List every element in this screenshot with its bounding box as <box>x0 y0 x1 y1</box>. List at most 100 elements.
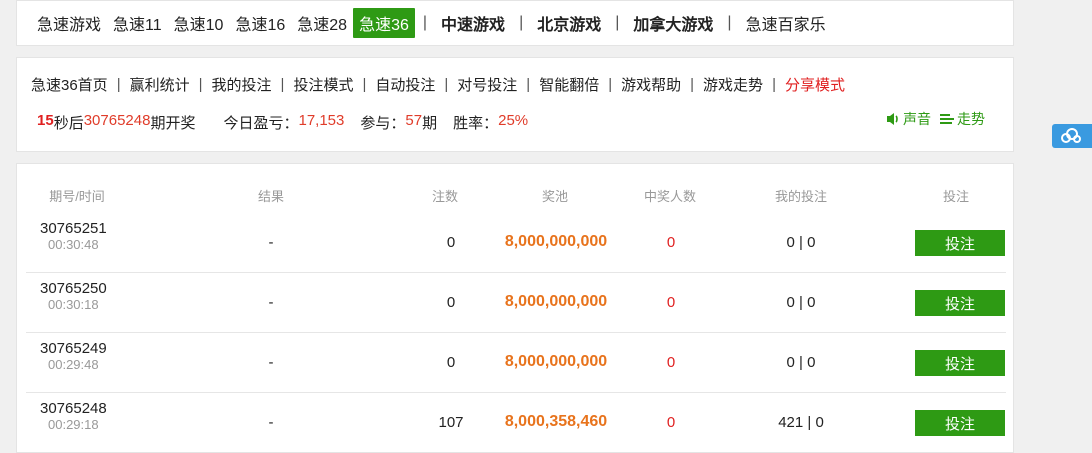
side-share-tab[interactable] <box>1052 124 1092 148</box>
bet-button[interactable]: 投注 <box>915 230 1005 256</box>
period-number: 30765248 <box>40 400 107 417</box>
sound-toggle[interactable]: 声音 <box>885 109 931 129</box>
sub-nav-separator: | <box>116 76 121 93</box>
winners-cell: 0 <box>666 353 676 371</box>
header-bet-count: 注数 <box>431 189 458 204</box>
sub-nav-trend[interactable]: 游戏走势 <box>703 74 763 95</box>
header-my-bets: 我的投注 <box>774 189 827 204</box>
period-time: 00:30:18 <box>48 297 99 312</box>
nav-item-jisu11[interactable]: 急速11 <box>107 8 168 38</box>
winners-cell: 0 <box>666 293 676 311</box>
table-row: 30765248 00:29:18 - 107 8,000,358,460 0 … <box>26 392 1006 452</box>
game-sub-panel: 急速36首页 | 赢利统计 | 我的投注 | 投注模式 | 自动投注 | 对号投… <box>16 57 1014 152</box>
result-cell: - <box>268 233 274 251</box>
sub-nav-separator: | <box>690 76 695 93</box>
sub-nav-bet-mode[interactable]: 投注模式 <box>293 74 353 95</box>
nav-separator: | <box>519 14 524 31</box>
header-result: 结果 <box>257 189 284 204</box>
nav-item-jisu36[interactable]: 急速36 <box>353 8 415 38</box>
nav-item-jisu28[interactable]: 急速28 <box>291 8 353 38</box>
my-bet-cell: 0 | 0 <box>786 293 816 311</box>
nav-item-jisu-games[interactable]: 急速游戏 <box>31 8 107 38</box>
header-bet-action: 投注 <box>942 189 969 204</box>
sub-nav-profit-stats[interactable]: 赢利统计 <box>130 74 190 95</box>
header-pool: 奖池 <box>541 189 568 204</box>
nav-item-jisu16[interactable]: 急速16 <box>229 8 291 38</box>
result-cell: - <box>268 353 274 371</box>
sub-nav-separator: | <box>198 76 203 93</box>
sub-nav-separator: | <box>608 76 613 93</box>
nav-item-medium-games[interactable]: 中速游戏 <box>435 8 511 38</box>
participate-label: 参与： <box>360 115 406 132</box>
status-bar: 15 秒后 30765248 期开奖 今日盈亏： 17,153 参与： 57 期… <box>37 112 528 133</box>
sub-nav-auto-bet[interactable]: 自动投注 <box>375 74 435 95</box>
header-period-time: 期号/时间 <box>49 189 105 204</box>
winners-cell: 0 <box>666 413 676 431</box>
my-bet-cell: 421 | 0 <box>778 413 824 431</box>
profit-label: 今日盈亏： <box>223 115 299 132</box>
sub-nav-number-bet[interactable]: 对号投注 <box>457 74 517 95</box>
sub-nav-my-bets[interactable]: 我的投注 <box>212 74 272 95</box>
period-time: 00:29:48 <box>48 357 99 372</box>
participate-unit: 期 <box>422 115 438 132</box>
sound-label: 声音 <box>903 111 931 127</box>
period-number: 30765249 <box>40 340 107 357</box>
bets-cell: 107 <box>438 413 464 431</box>
sub-nav-smart-double[interactable]: 智能翻倍 <box>539 74 599 95</box>
period-table: 期号/时间 结果 注数 奖池 中奖人数 我的投注 投注 30765251 00:… <box>16 163 1014 453</box>
countdown-seconds: 15 <box>37 112 54 129</box>
participate-value: 57 <box>405 112 423 129</box>
table-row: 30765249 00:29:48 - 0 8,000,000,000 0 0 … <box>26 332 1006 393</box>
countdown-suffix: 秒后 <box>53 115 84 132</box>
bets-cell: 0 <box>446 353 456 371</box>
my-bet-cell: 0 | 0 <box>786 353 816 371</box>
pool-cell: 8,000,000,000 <box>504 293 608 310</box>
sub-nav-separator: | <box>772 76 776 93</box>
sub-nav-share-mode[interactable]: 分享模式 <box>785 74 845 95</box>
profit-value: 17,153 <box>298 112 345 129</box>
period-time: 00:29:18 <box>48 417 99 432</box>
bet-button[interactable]: 投注 <box>915 290 1005 316</box>
sub-nav-separator: | <box>444 76 449 93</box>
next-period-number: 30765248 <box>83 112 151 129</box>
sub-nav-help[interactable]: 游戏帮助 <box>621 74 681 95</box>
winrate-value: 25% <box>498 112 529 129</box>
draw-text: 期开奖 <box>150 115 196 132</box>
my-bet-cell: 0 | 0 <box>786 233 816 251</box>
nav-item-canada-games[interactable]: 加拿大游戏 <box>627 8 719 38</box>
sub-nav-separator: | <box>362 76 367 93</box>
nav-separator: | <box>615 14 620 31</box>
result-cell: - <box>268 293 274 311</box>
bet-button[interactable]: 投注 <box>915 350 1005 376</box>
table-row: 30765250 00:30:18 - 0 8,000,000,000 0 0 … <box>26 272 1006 333</box>
bets-cell: 0 <box>446 233 456 251</box>
nav-item-beijing-games[interactable]: 北京游戏 <box>531 8 607 38</box>
bets-cell: 0 <box>446 293 456 311</box>
game-nav-row: 急速游戏 急速11 急速10 急速16 急速28 急速36 | 中速游戏 | 北… <box>31 8 832 38</box>
tool-links: 声音 走势 <box>877 109 985 129</box>
bet-button[interactable]: 投注 <box>915 410 1005 436</box>
nav-item-jisu10[interactable]: 急速10 <box>168 8 230 38</box>
trend-label: 走势 <box>957 111 985 127</box>
sub-nav-separator: | <box>280 76 285 93</box>
nav-separator: | <box>422 14 428 31</box>
trend-lines-icon <box>940 114 954 124</box>
pool-cell: 8,000,000,000 <box>504 353 608 370</box>
speaker-icon <box>887 113 898 125</box>
period-number: 30765251 <box>40 220 107 237</box>
header-winners: 中奖人数 <box>643 189 696 204</box>
nav-item-baccarat[interactable]: 急速百家乐 <box>740 8 832 38</box>
winrate-label: 胜率： <box>453 115 499 132</box>
pool-cell: 8,000,000,000 <box>504 233 608 250</box>
table-row: 30765251 00:30:48 - 0 8,000,000,000 0 0 … <box>26 212 1006 273</box>
trend-link[interactable]: 走势 <box>939 109 985 129</box>
cloud-share-icon <box>1061 128 1081 143</box>
pool-cell: 8,000,358,460 <box>504 413 608 430</box>
sub-nav-separator: | <box>526 76 531 93</box>
sub-nav-home[interactable]: 急速36首页 <box>31 74 108 95</box>
period-time: 00:30:48 <box>48 237 99 252</box>
period-number: 30765250 <box>40 280 107 297</box>
nav-separator: | <box>727 14 732 31</box>
result-cell: - <box>268 413 274 431</box>
top-game-nav: 急速游戏 急速11 急速10 急速16 急速28 急速36 | 中速游戏 | 北… <box>16 0 1014 46</box>
